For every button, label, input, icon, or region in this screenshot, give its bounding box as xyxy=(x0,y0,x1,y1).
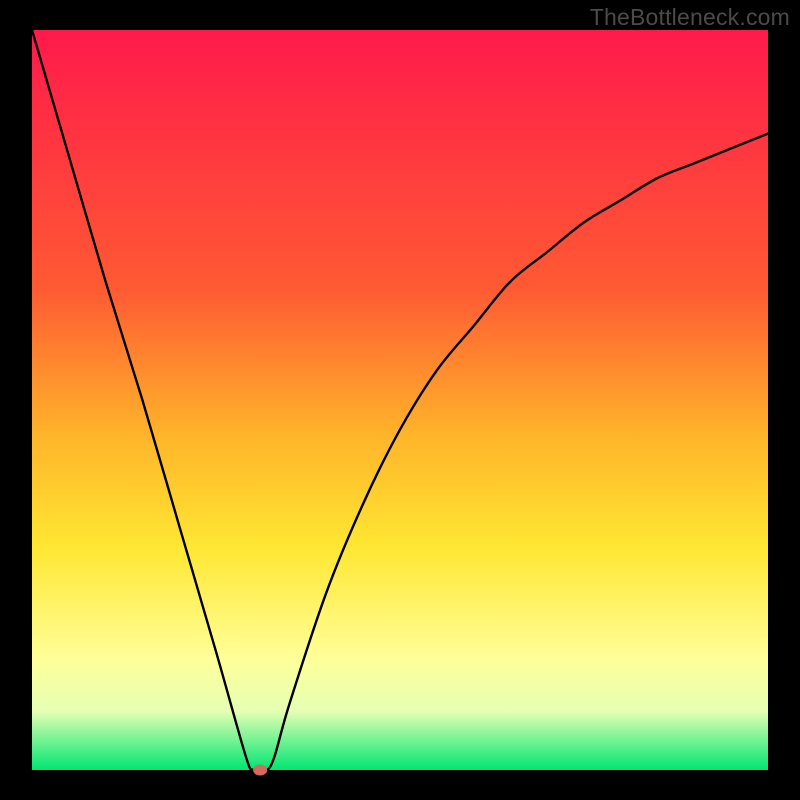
minimum-marker xyxy=(253,765,267,776)
chart-frame: TheBottleneck.com xyxy=(0,0,800,800)
watermark-text: TheBottleneck.com xyxy=(590,4,790,31)
bottleneck-chart xyxy=(0,0,800,800)
